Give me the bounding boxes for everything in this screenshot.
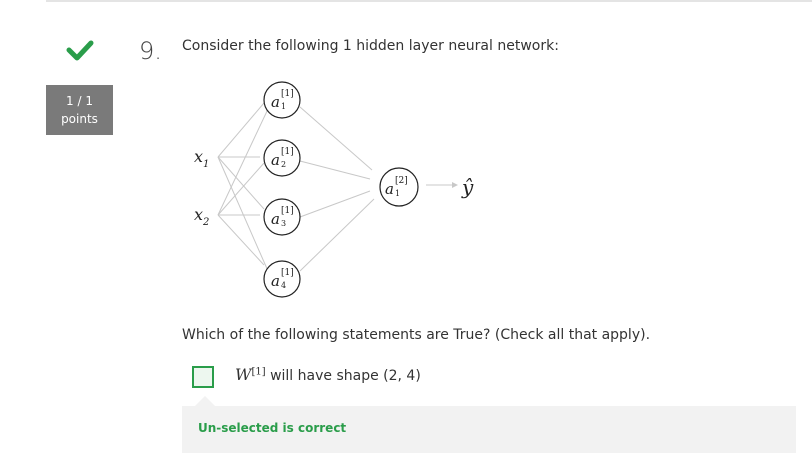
svg-text:a: a: [271, 93, 280, 111]
svg-text:2: 2: [281, 160, 286, 169]
option-text: will have shape (2, 4): [270, 368, 421, 384]
svg-text:a: a: [271, 151, 280, 169]
svg-text:1: 1: [281, 102, 286, 111]
svg-text:[1]: [1]: [281, 89, 294, 99]
hidden-node-3: a [1] 3: [263, 198, 301, 236]
score-value: 1 / 1: [66, 94, 93, 108]
svg-text:a: a: [385, 180, 394, 198]
question-prompt: Consider the following 1 hidden layer ne…: [182, 38, 559, 54]
svg-text:3: 3: [281, 219, 286, 228]
input-node-x2: x2: [194, 205, 209, 228]
option-math-sup: [1]: [251, 366, 266, 378]
top-divider: [46, 0, 812, 2]
option-math-var: W: [235, 365, 252, 384]
question-statement: Which of the following statements are Tr…: [182, 327, 651, 343]
svg-text:[2]: [2]: [395, 176, 408, 186]
option-checkbox[interactable]: [192, 366, 214, 388]
score-unit: points: [61, 112, 98, 126]
neural-network-diagram: x1 x2 a [1] 1 a [1] 2 a [1] 3 a [1] 4 a …: [194, 81, 474, 298]
checkmark-icon: [66, 40, 94, 61]
hidden-node-2: a [1] 2: [263, 139, 301, 177]
question-number: 9.: [139, 37, 162, 65]
feedback-message: Un-selected is correct: [198, 421, 347, 435]
svg-text:1: 1: [395, 189, 400, 198]
svg-text:a: a: [271, 210, 280, 228]
svg-text:4: 4: [281, 281, 286, 290]
hidden-node-4: a [1] 4: [263, 260, 301, 298]
svg-text:[1]: [1]: [281, 268, 294, 278]
option-label[interactable]: W[1] will have shape (2, 4): [235, 365, 421, 384]
input-node-x1: x1: [194, 147, 209, 170]
svg-text:[1]: [1]: [281, 147, 294, 157]
svg-text:[1]: [1]: [281, 206, 294, 216]
hidden-node-1: a [1] 1: [263, 81, 301, 119]
svg-text:a: a: [271, 272, 280, 290]
prediction-y-hat: ŷ: [461, 175, 474, 199]
output-node: a [2] 1: [379, 167, 419, 207]
score-badge: 1 / 1 points: [46, 85, 113, 135]
